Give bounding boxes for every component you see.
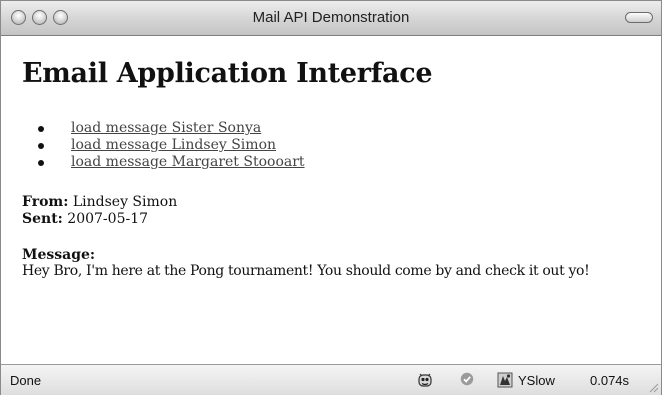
bullet-icon <box>38 126 44 132</box>
message-body: Hey Bro, I'm here at the Pong tournament… <box>22 263 590 279</box>
browser-window: Mail API Demonstration Email Application… <box>0 0 662 395</box>
check-icon[interactable] <box>460 372 474 389</box>
from-value: Lindsey Simon <box>72 194 178 210</box>
load-time: 0.074s <box>590 373 630 388</box>
sent-row: Sent: 2007-05-17 <box>22 211 148 228</box>
list-item: load message Lindsey Simon <box>38 137 305 154</box>
yslow-icon[interactable] <box>497 372 515 391</box>
list-item: load message Sister Sonya <box>38 120 305 137</box>
load-message-link-lindsey-simon[interactable]: load message Lindsey Simon <box>71 137 276 153</box>
load-message-link-sister-sonya[interactable]: load message Sister Sonya <box>71 120 261 136</box>
yslow-label[interactable]: YSlow <box>518 373 555 388</box>
bullet-icon <box>38 160 44 166</box>
from-row: From: Lindsey Simon <box>22 194 177 211</box>
toolbar-toggle-button[interactable] <box>625 12 653 23</box>
status-text: Done <box>10 373 42 388</box>
page-content: Email Application Interface load message… <box>1 36 661 364</box>
list-item: load message Margaret Stoooart <box>38 154 305 171</box>
firebug-icon[interactable] <box>417 372 433 391</box>
load-message-link-margaret-stoooart[interactable]: load message Margaret Stoooart <box>71 154 305 170</box>
page-title: Email Application Interface <box>22 58 433 89</box>
message-label: Message: <box>22 247 96 263</box>
title-bar[interactable]: Mail API Demonstration <box>1 1 661 36</box>
sent-label: Sent: <box>22 211 63 227</box>
message-list: load message Sister Sonya load message L… <box>38 120 305 171</box>
status-bar: Done YSlow 0.074s <box>1 364 661 395</box>
sent-value: 2007-05-17 <box>67 211 149 227</box>
window-title: Mail API Demonstration <box>252 9 410 26</box>
bullet-icon <box>38 143 44 149</box>
from-label: From: <box>22 194 69 210</box>
resize-grip-icon[interactable] <box>647 381 659 393</box>
